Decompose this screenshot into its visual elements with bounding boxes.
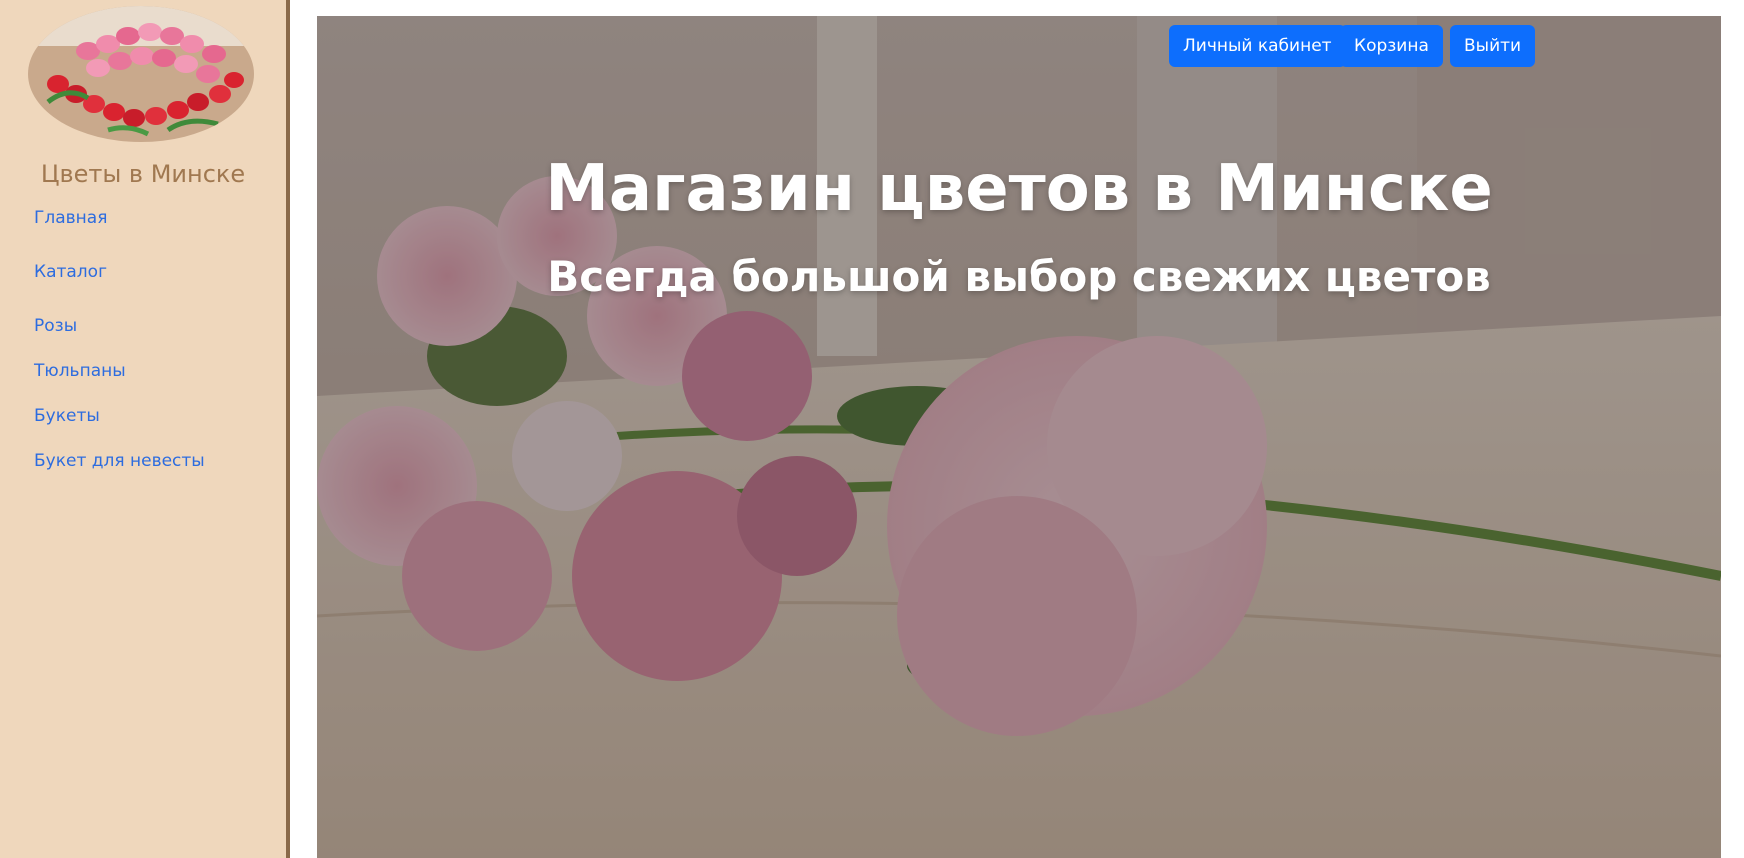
sidebar-item-tulips[interactable]: Тюльпаны	[34, 361, 126, 381]
sidebar-item-bridal-bouquet[interactable]: Букет для невесты	[34, 451, 205, 471]
sidebar-item-roses[interactable]: Розы	[34, 316, 77, 336]
hero-overlay	[317, 16, 1721, 858]
sidebar-item-catalog[interactable]: Каталог	[34, 262, 107, 282]
hero-subtitle: Всегда большой выбор свежих цветов	[547, 252, 1491, 301]
hero-section: Личный кабинет Корзина Выйти Магазин цве…	[317, 16, 1721, 858]
tulips-image	[28, 6, 254, 142]
logout-button[interactable]: Выйти	[1450, 25, 1536, 67]
sidebar-item-bouquets[interactable]: Букеты	[34, 406, 100, 426]
cart-button[interactable]: Корзина	[1340, 25, 1443, 67]
sidebar: Цветы в Минске Главная Каталог Розы Тюль…	[0, 0, 290, 858]
account-button[interactable]: Личный кабинет	[1169, 25, 1346, 67]
sidebar-item-home[interactable]: Главная	[34, 208, 107, 228]
logo-image[interactable]	[28, 6, 254, 142]
site-name: Цветы в Минске	[40, 160, 246, 188]
hero-title: Магазин цветов в Минске	[545, 152, 1493, 226]
